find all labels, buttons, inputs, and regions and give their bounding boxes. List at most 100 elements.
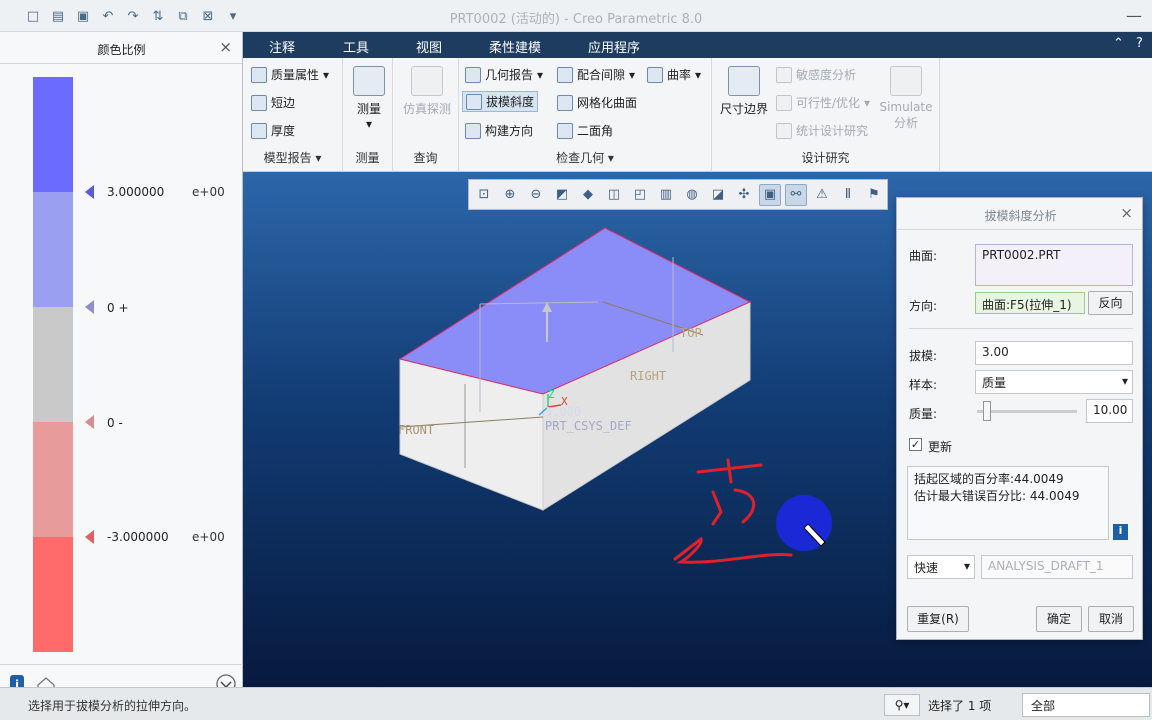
thickness-button[interactable]: 厚度 <box>251 122 295 139</box>
color-scale-header: 颜色比例 × <box>0 32 242 64</box>
find-icon[interactable]: ⚲▾ <box>884 694 920 716</box>
repaint-icon[interactable]: ◩ <box>551 184 573 206</box>
statistical-design-study-button[interactable]: 统计设计研究 <box>776 122 868 139</box>
sensitivity-analysis-button[interactable]: 敏感度分析 <box>776 66 856 83</box>
feasibility-label: 可行性/优化 <box>796 96 861 110</box>
simulate-icon <box>890 66 922 96</box>
info-icon[interactable]: i <box>1113 524 1128 540</box>
perspective-icon[interactable]: ◆ <box>577 184 599 206</box>
close-icon[interactable]: × <box>219 38 232 56</box>
curvature-icon <box>647 66 663 83</box>
feasibility-optimization-button[interactable]: 可行性/优化 ▾ <box>776 94 870 111</box>
fit-clearance-button[interactable]: 配合间隙 ▾ <box>557 66 635 83</box>
short-edge-button[interactable]: 短边 <box>251 94 295 111</box>
view-manager-icon[interactable]: ▥ <box>655 184 677 206</box>
enclosed-area-percent: 括起区域的百分率:44.0049 <box>914 472 1064 486</box>
pause-icon[interactable]: Ⅱ <box>837 184 859 206</box>
right-plane-label: RIGHT <box>630 369 666 383</box>
direction-collector[interactable]: 曲面:F5(拉伸_1) <box>975 292 1085 314</box>
draft-input[interactable]: 3.00 <box>975 341 1133 365</box>
scale-marker-1[interactable] <box>85 185 94 199</box>
group-query: 仿真探测 查询 <box>393 58 459 172</box>
scale-marker-2[interactable] <box>85 300 94 314</box>
simulate-analysis-button[interactable]: Simulate 分析 <box>878 66 934 131</box>
mesh-surface-button[interactable]: 网格化曲面 <box>557 94 637 111</box>
scale-value-1[interactable]: 3.000000 <box>107 185 164 199</box>
zoom-in-icon[interactable]: ⊕ <box>499 184 521 206</box>
mode-select[interactable]: 快速 ▾ <box>907 555 975 579</box>
chevron-down-icon: ▾ <box>963 559 970 573</box>
close-icon[interactable]: × <box>1120 204 1133 222</box>
saved-orientations-icon[interactable]: ◰ <box>629 184 651 206</box>
simulate-display-icon[interactable]: ⚠ <box>811 184 833 206</box>
scale-value-2: 0 + <box>107 301 129 315</box>
geometry-report-button[interactable]: 几何报告 ▾ <box>465 66 543 83</box>
measure-button[interactable]: 测量 ▾ <box>352 66 386 131</box>
group-label-design-study: 设计研究 <box>801 151 850 165</box>
front-plane-label: FRONT <box>398 423 434 437</box>
cancel-button[interactable]: 取消 <box>1088 606 1134 632</box>
spin-center-icon[interactable]: ⚯ <box>785 183 807 206</box>
tab-flexible-modeling[interactable]: 柔性建模 <box>489 37 541 56</box>
simulation-probe-button[interactable]: 仿真探测 <box>399 66 455 117</box>
group-model-report: 质量属性 ▾ 短边 厚度 模型报告 ▾ <box>243 58 343 172</box>
section-icon[interactable]: ◪ <box>707 184 729 206</box>
scale-marker-3[interactable] <box>85 415 94 429</box>
optimization-icon <box>776 94 792 111</box>
draft-analysis-button[interactable]: 拔模斜度 <box>462 91 539 112</box>
zoom-out-icon[interactable]: ⊖ <box>525 184 547 206</box>
surface-collector[interactable]: PRT0002.PRT <box>975 244 1133 286</box>
group-label-model-report[interactable]: 模型报告 ▾ <box>243 149 342 166</box>
mesh-surface-label: 网格化曲面 <box>577 96 638 110</box>
analysis-name-input[interactable]: ANALYSIS_DRAFT_1 <box>981 555 1133 579</box>
scale-marker-4[interactable] <box>85 530 94 544</box>
selection-count: 选择了 1 项 <box>928 699 992 713</box>
scale-exponent-1: e+00 <box>192 185 225 199</box>
sensitivity-label: 敏感度分析 <box>796 68 857 82</box>
dihedral-angle-button[interactable]: 二面角 <box>557 122 613 139</box>
chevron-down-icon: ▾ <box>1121 374 1128 388</box>
statistics-icon <box>776 122 792 139</box>
selection-filter[interactable]: 全部 <box>1022 693 1150 717</box>
mass-properties-button[interactable]: 质量属性 ▾ <box>251 66 329 83</box>
dialog-header: 拔模斜度分析 × <box>897 198 1142 230</box>
group-label-inspect-geometry[interactable]: 检查几何 ▾ <box>459 149 711 166</box>
view-toolbar: ⊡ ⊕ ⊖ ◩ ◆ ◫ ◰ ▥ ◍ ◪ ✣ ▣ ⚯ ⚠ Ⅱ ⚑ <box>468 179 888 210</box>
collapse-ribbon-icon[interactable]: ⌃ <box>1113 36 1124 51</box>
quality-slider-thumb[interactable] <box>983 401 991 421</box>
tab-tools[interactable]: 工具 <box>343 37 369 56</box>
results-box: 括起区域的百分率:44.0049 估计最大错误百分比: 44.0049 <box>907 466 1109 540</box>
tab-annotate[interactable]: 注释 <box>269 37 295 56</box>
dimension-boundary-button[interactable]: 尺寸边界 <box>716 66 772 117</box>
quality-input[interactable]: 10.00 <box>1086 399 1133 423</box>
datum-display-icon[interactable]: ✣ <box>733 184 755 206</box>
annotation-display-icon[interactable]: ▣ <box>759 183 781 206</box>
thickness-label: 厚度 <box>271 124 296 138</box>
quality-slider[interactable] <box>977 410 1077 413</box>
tab-view[interactable]: 视图 <box>416 37 442 56</box>
tab-applications[interactable]: 应用程序 <box>588 37 640 56</box>
repeat-button[interactable]: 重复(R) <box>907 606 969 632</box>
reverse-button[interactable]: 反向 <box>1088 291 1133 315</box>
refit-icon[interactable]: ⊡ <box>473 184 495 206</box>
draft-analysis-label: 拔模斜度 <box>486 95 535 109</box>
update-checkbox[interactable]: ✓ <box>909 438 922 451</box>
flag-icon[interactable]: ⚑ <box>863 184 885 206</box>
csys-label: PRT_CSYS_DEF <box>545 419 632 433</box>
help-icon[interactable]: ? <box>1136 36 1143 51</box>
mass-properties-label: 质量属性 <box>271 68 320 82</box>
build-direction-button[interactable]: 构建方向 <box>465 122 533 139</box>
appearance-icon[interactable]: ◍ <box>681 184 703 206</box>
divider <box>909 328 1133 329</box>
curvature-label: 曲率 <box>667 68 692 82</box>
sample-select[interactable]: 质量 ▾ <box>975 370 1133 394</box>
scale-value-3: 0 - <box>107 416 123 430</box>
scale-value-4[interactable]: -3.000000 <box>107 530 169 544</box>
minimize-icon[interactable]: — <box>1126 6 1142 25</box>
curvature-button[interactable]: 曲率 ▾ <box>647 66 701 83</box>
ok-button[interactable]: 确定 <box>1036 606 1082 632</box>
color-band-5 <box>33 537 73 652</box>
display-style-icon[interactable]: ◫ <box>603 184 625 206</box>
fit-clearance-label: 配合间隙 <box>577 68 626 82</box>
color-scale-title: 颜色比例 <box>97 43 146 57</box>
